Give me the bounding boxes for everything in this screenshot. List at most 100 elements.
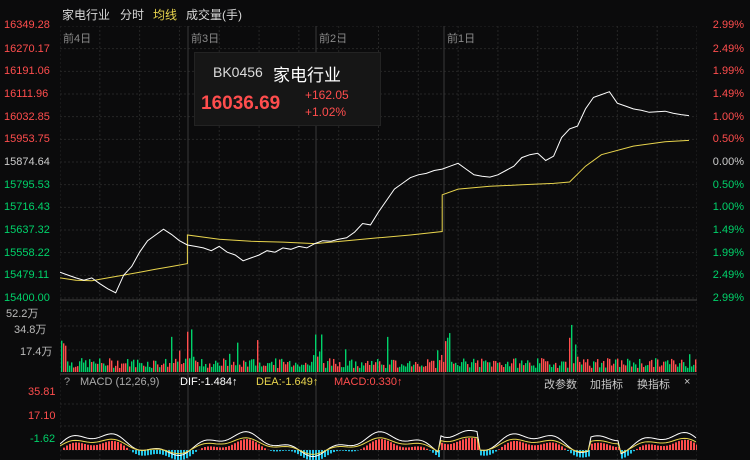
volume-bar [337,366,339,372]
volume-bar [663,361,665,372]
close-icon[interactable]: × [684,376,690,388]
macd-bar [81,443,83,450]
macd-bar [288,450,290,451]
volume-bar [623,364,625,372]
macd-bar [453,443,455,450]
volume-bar [445,341,447,372]
volume-bar [643,366,645,372]
macd-bar [420,446,422,450]
volume-bar [107,365,109,372]
volume-bar [591,367,593,372]
volume-bar [213,364,215,372]
macd-bar [447,444,449,450]
macd-bar [138,450,140,456]
volume-bar [277,367,279,372]
volume-bar [331,365,333,372]
macd-bar [690,440,692,450]
volume-bar [679,363,681,372]
volume-tick-label: 17.4万 [20,346,53,358]
volume-bar [289,360,291,372]
macd-bar [465,438,467,450]
volume-bar [95,363,97,372]
volume-bar [71,362,73,372]
volume-bar [455,362,457,372]
volume-bar [295,362,297,372]
tab-fenshi[interactable]: 分时 [120,6,144,23]
tab-junxian[interactable]: 均线 [153,6,177,23]
volume-bar [249,360,251,372]
volume-bar [423,366,425,372]
volume-bar [507,361,509,372]
volume-bar [363,365,365,372]
price-tick-label: 16349.28 [4,19,50,31]
volume-bar [175,358,177,372]
macd-bar [555,443,557,450]
macd-bar [687,440,689,450]
macd-help-icon[interactable]: ? [64,376,70,388]
volume-bar [85,360,87,372]
volume-bar [657,359,659,372]
pct-tick-label: 1.00% [712,110,744,123]
volume-bar [329,358,331,372]
sector-title: 家电行业 [273,66,341,85]
volume-bar [165,358,167,372]
macd-bar [339,450,341,451]
price-tick-label: 15637.32 [4,224,50,236]
volume-bar [373,364,375,372]
volume-bar [191,329,193,372]
macd-bar [348,450,350,452]
volume-bar [593,361,595,372]
volume-bar [559,365,561,372]
volume-bar [481,358,483,372]
macd-bar [264,448,266,450]
macd-bar [486,450,488,456]
switch-indicator-button[interactable]: 换指标 [637,376,670,392]
macd-bar [654,444,656,450]
volume-bar [293,365,295,372]
volume-bar [631,366,633,372]
macd-bar [423,447,425,450]
price-tick-label: 16111.96 [4,88,49,100]
volume-bar [61,340,63,372]
volume-bar [341,367,343,372]
volume-bar [447,337,449,372]
volume-bar [415,361,417,372]
volume-bar [345,349,347,372]
volume-bar [383,364,385,372]
chart-toolbar: 家电行业 分时 均线 成交量(手) [0,0,750,26]
volume-bar [653,366,655,372]
volume-bar [577,356,579,372]
volume-bar [689,354,691,372]
volume-bar [395,360,397,372]
volume-bar [667,360,669,372]
macd-bar [549,442,551,450]
add-indicator-button[interactable]: 加指标 [590,376,623,392]
macd-bar [342,450,344,451]
macd-bar [657,445,659,450]
volume-bar [469,367,471,372]
sector-code: BK0456 [213,64,263,80]
volume-bar [687,367,689,372]
macd-bar [444,443,446,450]
edit-params-button[interactable]: 改参数 [544,376,577,392]
macd-bar [381,439,383,450]
macd-bar [387,440,389,450]
macd-tick-label: 17.10 [28,410,56,422]
volume-bar [279,359,281,372]
macd-bar [87,444,89,450]
volume-bar [303,364,305,372]
macd-bar [369,443,371,450]
macd-bar [126,447,128,450]
volume-bar [695,359,697,372]
volume-bar [569,337,571,372]
macd-bar [480,450,482,456]
volume-bar [645,365,647,372]
sector-name-label: 家电行业 [62,8,111,22]
volume-bar [603,361,605,372]
volume-bar [101,363,103,372]
volume-bar [537,358,539,372]
macd-bar [345,450,347,451]
volume-bar [93,361,95,372]
volume-bar [299,366,301,372]
volume-bar [237,342,239,372]
